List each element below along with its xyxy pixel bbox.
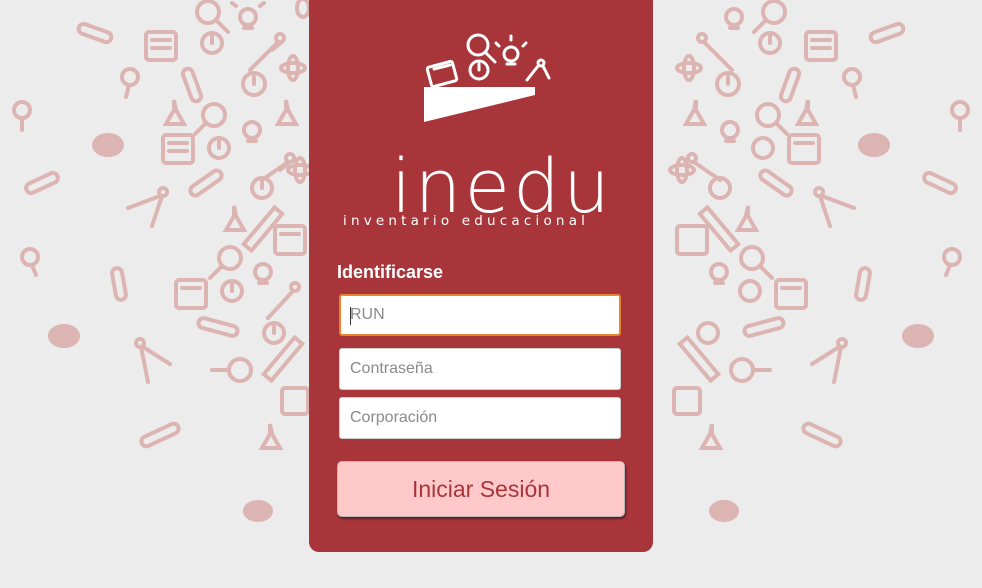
test-tube-icon xyxy=(758,168,794,198)
calculator-icon xyxy=(174,278,208,310)
clock-icon xyxy=(207,136,231,160)
test-tube-icon xyxy=(139,421,181,449)
test-tube-icon xyxy=(854,266,872,302)
lightbulb-icon xyxy=(230,1,266,30)
lightbulb-icon xyxy=(724,7,744,30)
test-tube-icon xyxy=(778,66,802,104)
calculator-icon xyxy=(425,59,459,89)
flask-icon xyxy=(222,205,248,232)
atom-icon xyxy=(675,54,703,82)
palette-icon xyxy=(48,324,80,348)
magnifier-icon xyxy=(208,245,243,280)
lightbulb-icon xyxy=(494,34,528,66)
flask-icon xyxy=(258,423,284,450)
calculator-icon xyxy=(161,133,195,165)
test-tube-icon xyxy=(801,421,843,449)
magnifier-icon xyxy=(729,357,772,383)
magnifier-icon xyxy=(466,33,497,64)
calculator-icon xyxy=(672,386,702,416)
palette-icon xyxy=(92,133,124,157)
brand-tagline: inventario educacional xyxy=(343,213,590,229)
magnifier-icon xyxy=(120,67,140,99)
calculator-icon xyxy=(774,278,808,310)
test-tube-icon xyxy=(868,21,906,45)
test-tube-icon xyxy=(180,66,204,104)
clock-icon xyxy=(200,31,224,55)
login-heading: Identificarse xyxy=(337,262,444,282)
magnifier-icon xyxy=(193,102,227,136)
palette-icon xyxy=(709,500,739,522)
magnifier-icon xyxy=(942,247,962,277)
atom-icon xyxy=(279,54,307,82)
clock-icon xyxy=(696,321,720,345)
run-input[interactable] xyxy=(339,294,621,336)
clock-icon xyxy=(220,279,244,303)
magnifier-icon xyxy=(950,100,970,132)
background-pattern-right xyxy=(662,0,982,588)
magnifier-icon xyxy=(210,357,253,383)
test-tube-icon xyxy=(196,316,240,338)
flask-icon xyxy=(682,99,708,126)
clock-icon xyxy=(738,279,762,303)
calculator-icon xyxy=(787,133,821,165)
flask-icon xyxy=(794,99,820,126)
password-input[interactable] xyxy=(339,348,621,390)
calculator-icon xyxy=(675,224,709,256)
login-card: inedu inventario educacional Identificar… xyxy=(309,0,653,552)
test-tube-icon xyxy=(742,316,786,338)
magnifier-icon xyxy=(752,0,787,34)
flask-icon xyxy=(698,423,724,450)
lightbulb-icon xyxy=(242,120,262,143)
compass-icon xyxy=(248,32,286,72)
clock-icon xyxy=(250,176,274,200)
flask-icon xyxy=(734,205,760,232)
lightbulb-icon xyxy=(709,262,729,285)
atom-icon xyxy=(295,0,311,19)
test-tube-icon xyxy=(110,266,128,302)
magnifier-icon xyxy=(20,247,40,277)
flask-icon xyxy=(162,99,188,126)
clock-icon xyxy=(241,71,267,97)
compass-icon xyxy=(134,337,172,384)
compass-icon xyxy=(813,186,856,228)
compass-icon xyxy=(810,337,848,384)
login-page: inedu inventario educacional Identificar… xyxy=(0,0,982,588)
clock-icon xyxy=(262,321,286,345)
test-tube-icon xyxy=(76,21,114,45)
test-tube-icon xyxy=(922,170,958,196)
clock-icon xyxy=(751,136,775,160)
palette-icon xyxy=(902,324,934,348)
text-cursor xyxy=(350,307,351,325)
test-tube-icon xyxy=(24,170,60,196)
inedu-logo: inedu inventario educacional xyxy=(339,32,629,232)
magnifier-icon xyxy=(195,0,230,34)
calculator-icon xyxy=(280,386,310,416)
lightbulb-icon xyxy=(253,262,273,285)
magnifier-icon xyxy=(12,100,32,132)
clock-icon xyxy=(468,59,490,81)
corporation-input[interactable] xyxy=(339,397,621,439)
palette-icon xyxy=(243,500,273,522)
compass-icon xyxy=(525,58,551,82)
palette-icon xyxy=(858,133,890,157)
clock-icon xyxy=(758,31,782,55)
magnifier-icon xyxy=(755,102,789,136)
lightbulb-icon xyxy=(720,120,740,143)
test-tube-icon xyxy=(188,168,224,198)
compass-icon xyxy=(696,32,734,72)
login-button[interactable]: Iniciar Sesión xyxy=(337,461,625,517)
flask-icon xyxy=(274,99,300,126)
clock-icon xyxy=(715,71,741,97)
calculator-icon xyxy=(273,224,307,256)
background-pattern-left xyxy=(0,0,320,588)
magnifier-icon xyxy=(739,245,774,280)
compass-icon xyxy=(126,186,169,228)
compass-icon xyxy=(266,281,301,320)
calculator-icon xyxy=(804,30,838,62)
magnifier-icon xyxy=(842,67,862,99)
calculator-icon xyxy=(144,30,178,62)
